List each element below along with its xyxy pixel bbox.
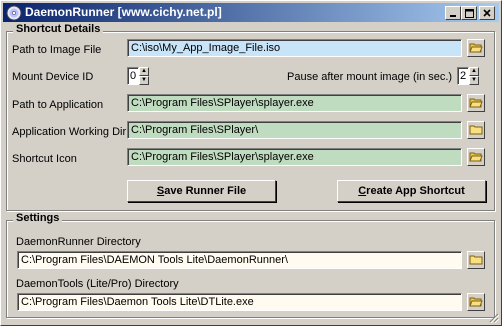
browse-image-button[interactable] [467, 39, 485, 57]
create-button-accelerator: C [358, 185, 367, 197]
image-file-input[interactable]: C:\iso\My_App_Image_File.iso [127, 39, 462, 57]
main-window: DaemonRunner [www.cichy.net.pl] Shortcut… [0, 0, 502, 326]
folder-open-icon [469, 297, 483, 307]
size-grip-icon[interactable] [487, 311, 499, 323]
save-runner-file-button[interactable]: Save Runner File [127, 180, 276, 202]
minimize-icon [450, 15, 456, 17]
browse-tools-dir-button[interactable] [467, 293, 485, 311]
application-label: Path to Application [12, 99, 104, 111]
maximize-button[interactable] [461, 6, 477, 20]
create-button-label: reate App Shortcut [366, 185, 465, 197]
minimize-button[interactable] [445, 6, 461, 20]
folder-open-icon [469, 152, 483, 162]
mount-device-label: Mount Device ID [12, 71, 94, 83]
save-button-accelerator: S [156, 185, 165, 197]
pause-spinner[interactable]: ▲ ▼ [469, 67, 479, 85]
application-input[interactable]: C:\Program Files\SPlayer\splayer.exe [127, 94, 462, 112]
window-title: DaemonRunner [www.cichy.net.pl] [25, 5, 222, 19]
tools-dir-label: DaemonTools (Lite/Pro) Directory [16, 278, 179, 290]
shortcut-icon-label: Shortcut Icon [12, 153, 77, 165]
maximize-icon [464, 8, 474, 18]
tools-dir-input[interactable]: C:\Program Files\Daemon Tools Lite\DTLit… [17, 293, 462, 311]
close-icon [483, 9, 491, 17]
working-dir-label: Application Working Dir [12, 126, 127, 138]
folder-open-icon [469, 98, 483, 108]
folder-icon [469, 125, 483, 135]
runner-dir-label: DaemonRunner Directory [16, 236, 141, 248]
mount-device-spinner[interactable]: ▲ ▼ [139, 67, 149, 85]
save-button-label: ave Runner File [164, 185, 247, 197]
browse-application-button[interactable] [467, 94, 485, 112]
browse-runner-dir-button[interactable] [467, 251, 485, 269]
runner-dir-input[interactable]: C:\Program Files\DAEMON Tools Lite\Daemo… [17, 251, 462, 269]
folder-icon [469, 255, 483, 265]
image-file-label: Path to Image File [12, 44, 102, 56]
browse-icon-button[interactable] [467, 148, 485, 166]
mount-device-input[interactable]: 0 [127, 67, 139, 85]
spin-up-icon[interactable]: ▲ [139, 67, 149, 76]
pause-label: Pause after mount image (in sec.) [287, 71, 453, 83]
shortcut-icon-input[interactable]: C:\Program Files\SPlayer\splayer.exe [127, 148, 462, 166]
shortcut-details-title: Shortcut Details [13, 23, 104, 35]
spin-down-icon[interactable]: ▼ [139, 76, 149, 85]
working-dir-input[interactable]: C:\Program Files\SPlayer\ [127, 121, 462, 139]
close-button[interactable] [479, 6, 495, 20]
spin-up-icon[interactable]: ▲ [469, 67, 479, 76]
spin-down-icon[interactable]: ▼ [469, 76, 479, 85]
browse-working-dir-button[interactable] [467, 121, 485, 139]
app-disc-icon [6, 5, 22, 21]
create-app-shortcut-button[interactable]: Create App Shortcut [337, 180, 486, 202]
title-bar[interactable]: DaemonRunner [www.cichy.net.pl] [3, 3, 499, 22]
settings-title: Settings [13, 212, 63, 224]
folder-open-icon [469, 43, 483, 53]
pause-input[interactable]: 2 [457, 67, 469, 85]
